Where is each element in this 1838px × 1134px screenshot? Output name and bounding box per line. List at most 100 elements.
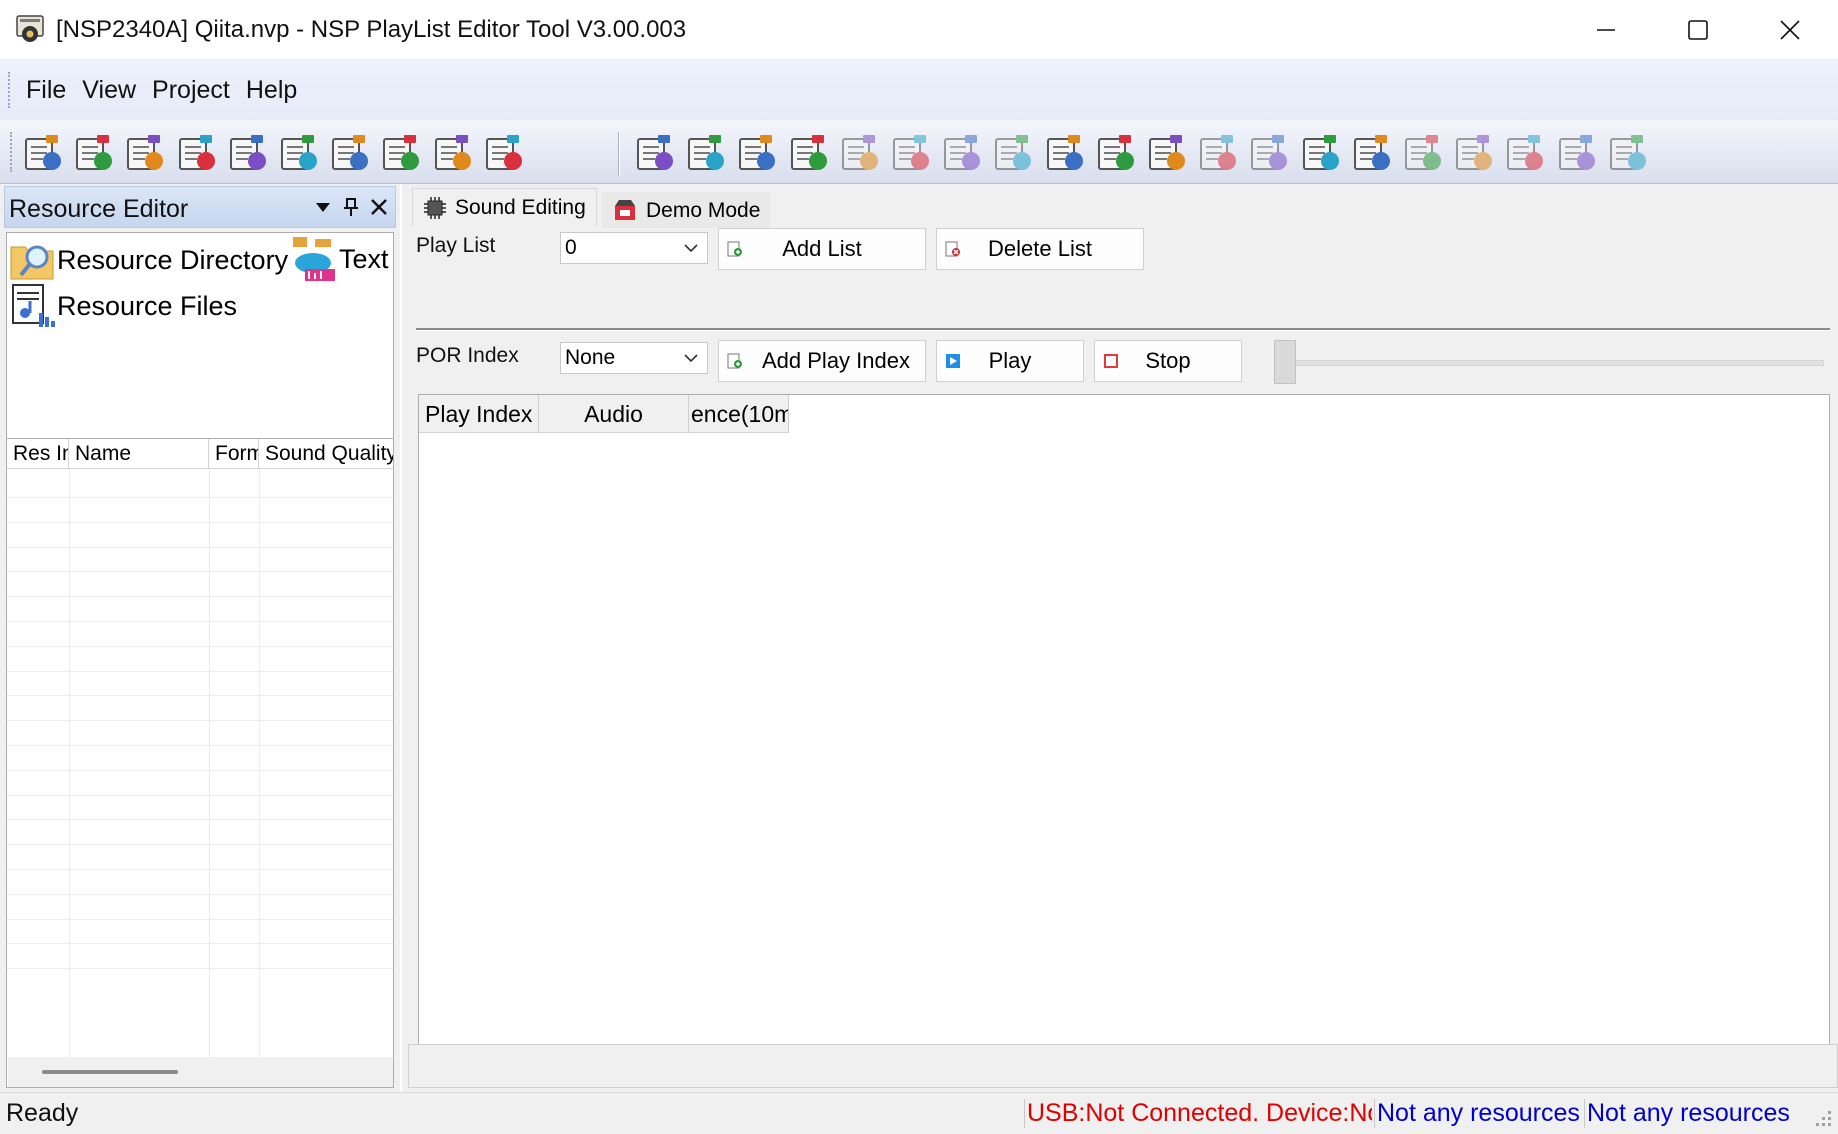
close-icon — [1780, 20, 1800, 40]
resource-grid-body — [7, 469, 393, 1059]
menu-file[interactable]: File — [18, 76, 74, 105]
new-project-icon — [25, 135, 61, 170]
touch-download-button[interactable] — [1447, 128, 1499, 178]
download-button[interactable] — [679, 128, 731, 178]
add-play-index-button[interactable]: Add Play Index — [718, 340, 926, 382]
maximize-button[interactable] — [1652, 0, 1744, 60]
column-sound-quality[interactable]: Sound Quality — [259, 439, 393, 469]
edit-note-button[interactable] — [1140, 128, 1192, 178]
resource-grid: Res Index Name Format Sound Quality — [6, 438, 394, 1088]
tab-sound-editing[interactable]: Sound Editing — [412, 188, 597, 226]
refresh-window-button[interactable] — [1242, 128, 1294, 178]
table-row — [7, 940, 393, 970]
resource-directory-label: Resource Directory — [57, 244, 289, 275]
demo-mode-icon — [615, 200, 635, 220]
database-button[interactable] — [1601, 128, 1653, 178]
menu-project[interactable]: Project — [144, 76, 238, 105]
chip-info-button[interactable] — [1038, 128, 1090, 178]
status-usb: USB:Not Connected. Device:Not Connected. — [1024, 1099, 1372, 1128]
tab-demo-mode[interactable]: Demo Mode — [602, 192, 771, 230]
edit-note-icon — [1149, 135, 1185, 170]
status-bar: Ready USB:Not Connected. Device:Not Conn… — [0, 1092, 1838, 1134]
run-button[interactable] — [935, 128, 987, 178]
download-icon — [688, 135, 725, 170]
run-icon — [944, 135, 981, 170]
column-silence[interactable]: ence(10m — [689, 395, 789, 433]
add-window-button[interactable] — [221, 128, 273, 178]
touch-button[interactable] — [1396, 128, 1448, 178]
toolbar-grip — [10, 132, 14, 172]
por-index-value: None — [565, 346, 616, 369]
resize-grip-icon[interactable] — [1810, 1105, 1834, 1129]
music-level-button[interactable] — [1294, 128, 1346, 178]
settings-gear-button[interactable] — [1089, 128, 1141, 178]
scrollbar-thumb[interactable] — [42, 1070, 178, 1074]
column-res-index[interactable]: Res Index — [7, 439, 69, 469]
new-project-button[interactable] — [16, 128, 68, 178]
compile-button[interactable] — [628, 128, 680, 178]
delete-list-button[interactable]: Delete List — [936, 228, 1144, 270]
play-list-select[interactable]: 0 — [560, 232, 708, 264]
database-icon — [1609, 135, 1646, 170]
save-as-button[interactable] — [170, 128, 222, 178]
burn-all-button[interactable] — [782, 128, 834, 178]
resource-directory-item[interactable]: Resource Directory — [9, 237, 288, 283]
touch-download-icon — [1456, 135, 1493, 170]
column-play-index[interactable]: Play Index — [419, 395, 539, 433]
por-index-label: POR Index — [416, 344, 519, 367]
delete-list-label: Delete List — [988, 236, 1092, 261]
add-file-icon — [434, 135, 471, 170]
resource-files-item[interactable]: Resource Files — [9, 283, 237, 329]
document-burn-button[interactable] — [833, 128, 885, 178]
export-file-button[interactable] — [477, 128, 529, 178]
pin-icon[interactable] — [341, 197, 361, 217]
tab-demo-mode-label: Demo Mode — [646, 199, 761, 222]
app-icon — [16, 15, 44, 42]
stop-button[interactable]: Stop — [1094, 340, 1242, 382]
menu-help[interactable]: Help — [238, 76, 305, 105]
play-list-label: Play List — [416, 234, 496, 257]
export-button[interactable] — [272, 128, 324, 178]
column-audio[interactable]: Audio — [539, 395, 689, 433]
add-window-icon — [229, 135, 266, 170]
delete-all-button[interactable] — [884, 128, 936, 178]
resource-grid-scrollbar[interactable] — [8, 1057, 393, 1087]
save-button[interactable] — [118, 128, 170, 178]
minimize-button[interactable] — [1560, 0, 1652, 60]
toolbar — [0, 120, 1838, 184]
add-file-button[interactable] — [426, 128, 478, 178]
text-item[interactable]: Text — [291, 235, 389, 283]
refresh-window-icon — [1251, 135, 1288, 170]
grid-header-filler — [789, 395, 1829, 433]
play-list-value: 0 — [565, 236, 577, 259]
column-format[interactable]: Format — [209, 439, 259, 469]
import-file-button[interactable] — [374, 128, 426, 178]
dropdown-icon[interactable] — [313, 197, 333, 217]
network-button[interactable] — [1550, 128, 1602, 178]
por-index-select[interactable]: None — [560, 342, 708, 374]
maximize-icon — [1688, 20, 1708, 40]
resource-directory-icon — [10, 245, 54, 280]
burn-chip-button[interactable] — [730, 128, 782, 178]
status-resources-1: Not any resources — [1374, 1099, 1582, 1128]
burn-all-icon — [790, 135, 827, 170]
import-project-icon — [76, 135, 113, 170]
stop-run-button[interactable] — [986, 128, 1038, 178]
play-button[interactable]: Play — [936, 340, 1084, 382]
divider-line — [416, 328, 1830, 331]
open-folder-button[interactable] — [323, 128, 375, 178]
column-name[interactable]: Name — [69, 439, 209, 469]
main-panel: Sound Editing Demo Mode Play List 0 Add … — [402, 184, 1838, 1092]
add-list-button[interactable]: Add List — [718, 228, 926, 270]
window-title: [NSP2340A] Qiita.nvp - NSP PlayList Edit… — [56, 16, 687, 43]
touch-settings-button[interactable] — [1498, 128, 1550, 178]
playback-slider[interactable] — [1274, 340, 1824, 384]
console-icon — [1200, 135, 1237, 170]
import-project-button[interactable] — [67, 128, 119, 178]
upload-button[interactable] — [1345, 128, 1397, 178]
menu-view[interactable]: View — [74, 76, 144, 105]
slider-thumb[interactable] — [1274, 340, 1296, 384]
console-button[interactable] — [1191, 128, 1243, 178]
close-button[interactable] — [1744, 0, 1836, 60]
panel-close-icon[interactable] — [369, 197, 389, 217]
